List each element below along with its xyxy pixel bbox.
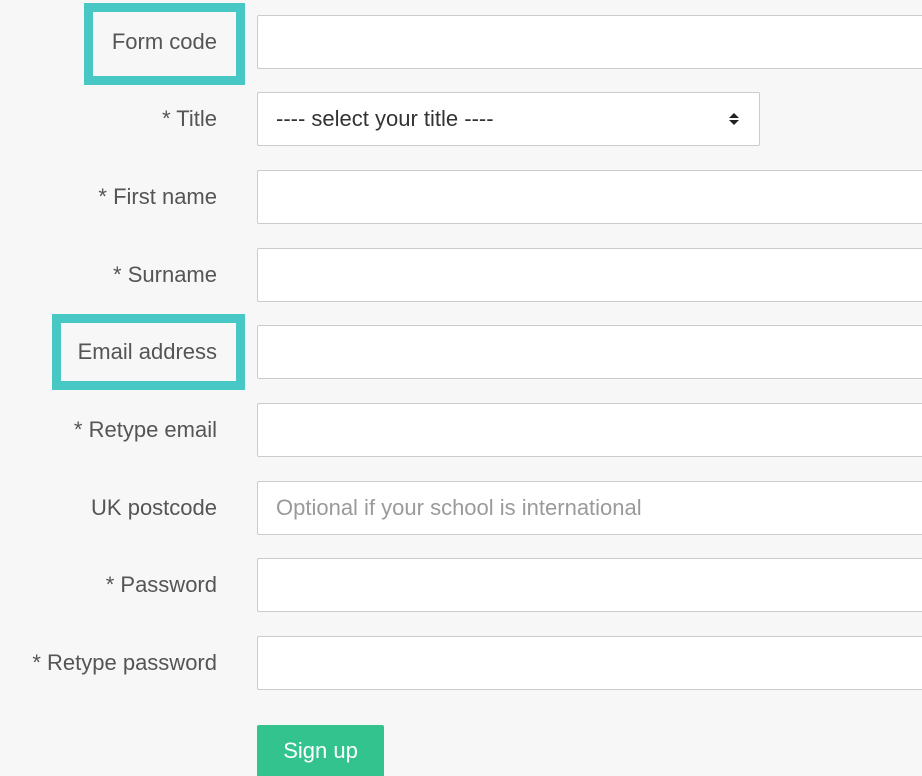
password-label: * Password [105, 572, 217, 597]
sign-up-button[interactable]: Sign up [257, 725, 384, 776]
retype-email-label: * Retype email [73, 417, 217, 442]
surname-input[interactable] [257, 248, 922, 302]
first-name-input[interactable] [257, 170, 922, 224]
retype-password-label: * Retype password [32, 650, 217, 675]
retype-password-input[interactable] [257, 636, 922, 690]
form-code-highlight [84, 3, 245, 85]
select-sort-caret-icon [729, 113, 739, 125]
email-input[interactable] [257, 325, 922, 379]
form-code-input[interactable] [257, 15, 922, 69]
postcode-input[interactable] [257, 481, 922, 535]
postcode-label: UK postcode [91, 495, 217, 520]
email-highlight [52, 314, 245, 390]
title-select-value: ---- select your title ---- [276, 106, 494, 131]
first-name-label: * First name [98, 184, 217, 209]
surname-label: * Surname [113, 262, 217, 287]
title-label: * Title [161, 106, 217, 131]
password-input[interactable] [257, 558, 922, 612]
title-select[interactable]: ---- select your title ---- [257, 92, 760, 146]
retype-email-input[interactable] [257, 403, 922, 457]
